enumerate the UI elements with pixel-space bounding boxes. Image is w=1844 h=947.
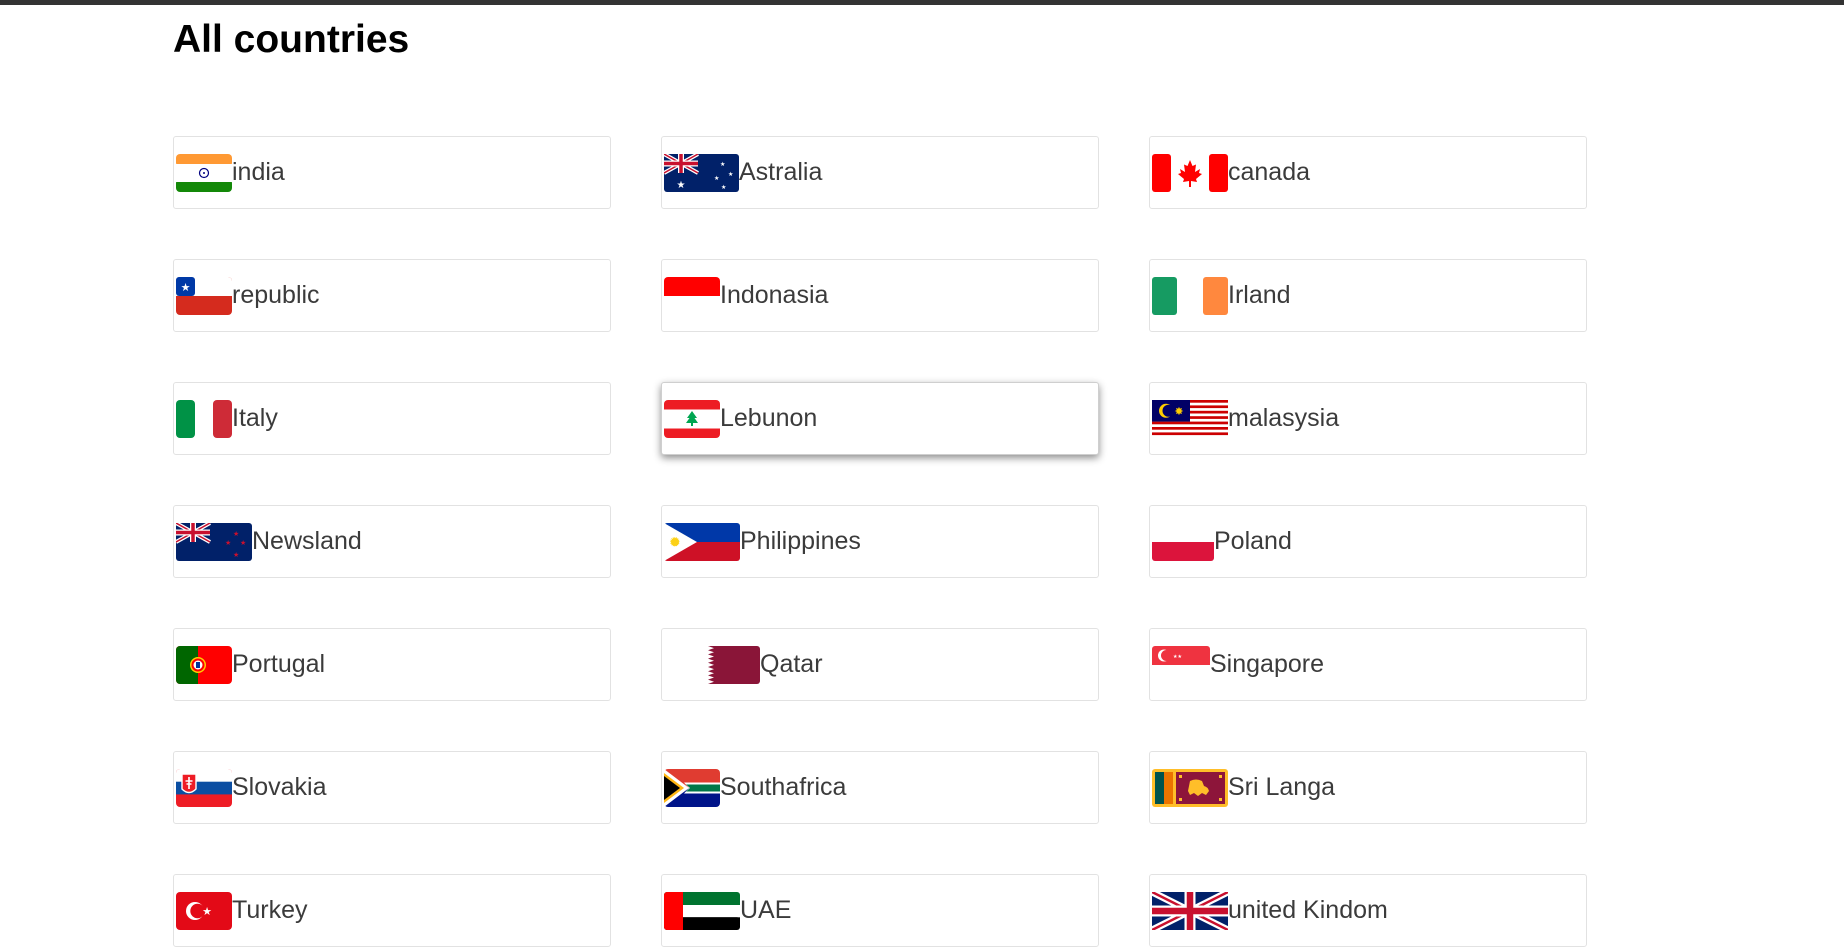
country-name: Lebunon [720, 404, 818, 432]
country-name: Qatar [760, 650, 823, 678]
country-name: canada [1228, 158, 1311, 186]
india-flag-icon [176, 153, 232, 192]
singapore-flag-icon: ★★ [1152, 645, 1210, 684]
svg-text:★: ★ [677, 180, 686, 191]
country-card-turkey[interactable]: ★ Turkey [173, 874, 611, 947]
ireland-flag-icon [1152, 276, 1228, 315]
country-name: Newsland [252, 527, 362, 555]
country-card-newsland[interactable]: ★ ★ ★ ★ Newsland [173, 505, 611, 578]
country-card-india[interactable]: india [173, 136, 611, 209]
country-card-irland[interactable]: Irland [1149, 259, 1587, 332]
qatar-flag-icon [692, 645, 760, 684]
country-name: Southafrica [720, 773, 847, 801]
country-card-philippines[interactable]: ✺ Philippines [661, 505, 1099, 578]
country-grid: india ★ ★ ★ ★ ★ Astralia canada ★ republic I… [173, 136, 1587, 947]
country-name: Singapore [1210, 650, 1324, 678]
country-name: Irland [1228, 281, 1291, 309]
country-card-canada[interactable]: canada [1149, 136, 1587, 209]
uae-flag-icon [664, 891, 740, 930]
poland-flag-icon [1152, 522, 1214, 561]
country-card-portugal[interactable]: Portugal [173, 628, 611, 701]
country-card-sri-langa[interactable]: Sri Langa [1149, 751, 1587, 824]
country-name: Turkey [232, 896, 308, 924]
svg-text:★: ★ [728, 171, 733, 178]
italy-flag-icon [176, 399, 232, 438]
country-card-slovakia[interactable]: Slovakia [173, 751, 611, 824]
country-name: united Kindom [1228, 896, 1388, 924]
country-card-poland[interactable]: Poland [1149, 505, 1587, 578]
svg-text:✸: ✸ [1174, 405, 1183, 418]
turkey-flag-icon: ★ [176, 891, 232, 930]
country-card-republic[interactable]: ★ republic [173, 259, 611, 332]
lebanon-flag-icon [664, 399, 720, 438]
svg-text:★: ★ [233, 530, 239, 538]
sri-lanka-flag-icon [1152, 768, 1228, 807]
country-name: UAE [740, 896, 792, 924]
country-name: Sri Langa [1228, 773, 1336, 801]
country-name: Philippines [740, 527, 861, 555]
new-zealand-flag-icon: ★ ★ ★ ★ [176, 522, 252, 561]
country-card-qatar[interactable]: Qatar [661, 628, 1099, 701]
svg-text:★: ★ [202, 905, 212, 918]
svg-text:★★: ★★ [1173, 654, 1182, 660]
svg-text:★: ★ [181, 281, 191, 294]
svg-text:★: ★ [721, 184, 726, 191]
malaysia-flag-icon: ✸ [1152, 399, 1228, 438]
chile-flag-icon: ★ [176, 276, 232, 315]
country-card-lebunon[interactable]: Lebunon [661, 382, 1099, 455]
country-name: Indonasia [720, 281, 829, 309]
country-name: malasysia [1228, 404, 1340, 432]
svg-text:★: ★ [233, 551, 239, 559]
country-name: Italy [232, 404, 278, 432]
country-card-malasysia[interactable]: ✸ malasysia [1149, 382, 1587, 455]
top-bar [0, 0, 1844, 5]
svg-text:★: ★ [714, 175, 719, 182]
country-card-italy[interactable]: Italy [173, 382, 611, 455]
australia-flag-icon: ★ ★ ★ ★ ★ [664, 153, 739, 192]
united-kingdom-flag-icon [1152, 891, 1228, 930]
country-name: Portugal [232, 650, 326, 678]
country-card-uae[interactable]: UAE [661, 874, 1099, 947]
portugal-flag-icon [176, 645, 232, 684]
country-name: republic [232, 281, 320, 309]
country-name: india [232, 158, 285, 186]
country-name: Astralia [739, 158, 823, 186]
page-title: All countries [173, 18, 410, 61]
country-card-united-kindom[interactable]: united Kindom [1149, 874, 1587, 947]
country-name: Slovakia [232, 773, 327, 801]
philippines-flag-icon: ✺ [664, 522, 740, 561]
slovakia-flag-icon [176, 768, 232, 807]
country-name: Poland [1214, 527, 1292, 555]
svg-text:★: ★ [225, 539, 231, 547]
svg-text:★: ★ [720, 161, 725, 168]
south-africa-flag-icon [664, 768, 720, 807]
country-card-indonasia[interactable]: Indonasia [661, 259, 1099, 332]
svg-text:★: ★ [240, 539, 246, 547]
indonesia-flag-icon [664, 276, 720, 315]
country-card-southafrica[interactable]: Southafrica [661, 751, 1099, 824]
svg-text:✺: ✺ [670, 535, 681, 550]
country-card-singapore[interactable]: ★★ Singapore [1149, 628, 1587, 701]
canada-flag-icon [1152, 153, 1228, 192]
country-card-astralia[interactable]: ★ ★ ★ ★ ★ Astralia [661, 136, 1099, 209]
